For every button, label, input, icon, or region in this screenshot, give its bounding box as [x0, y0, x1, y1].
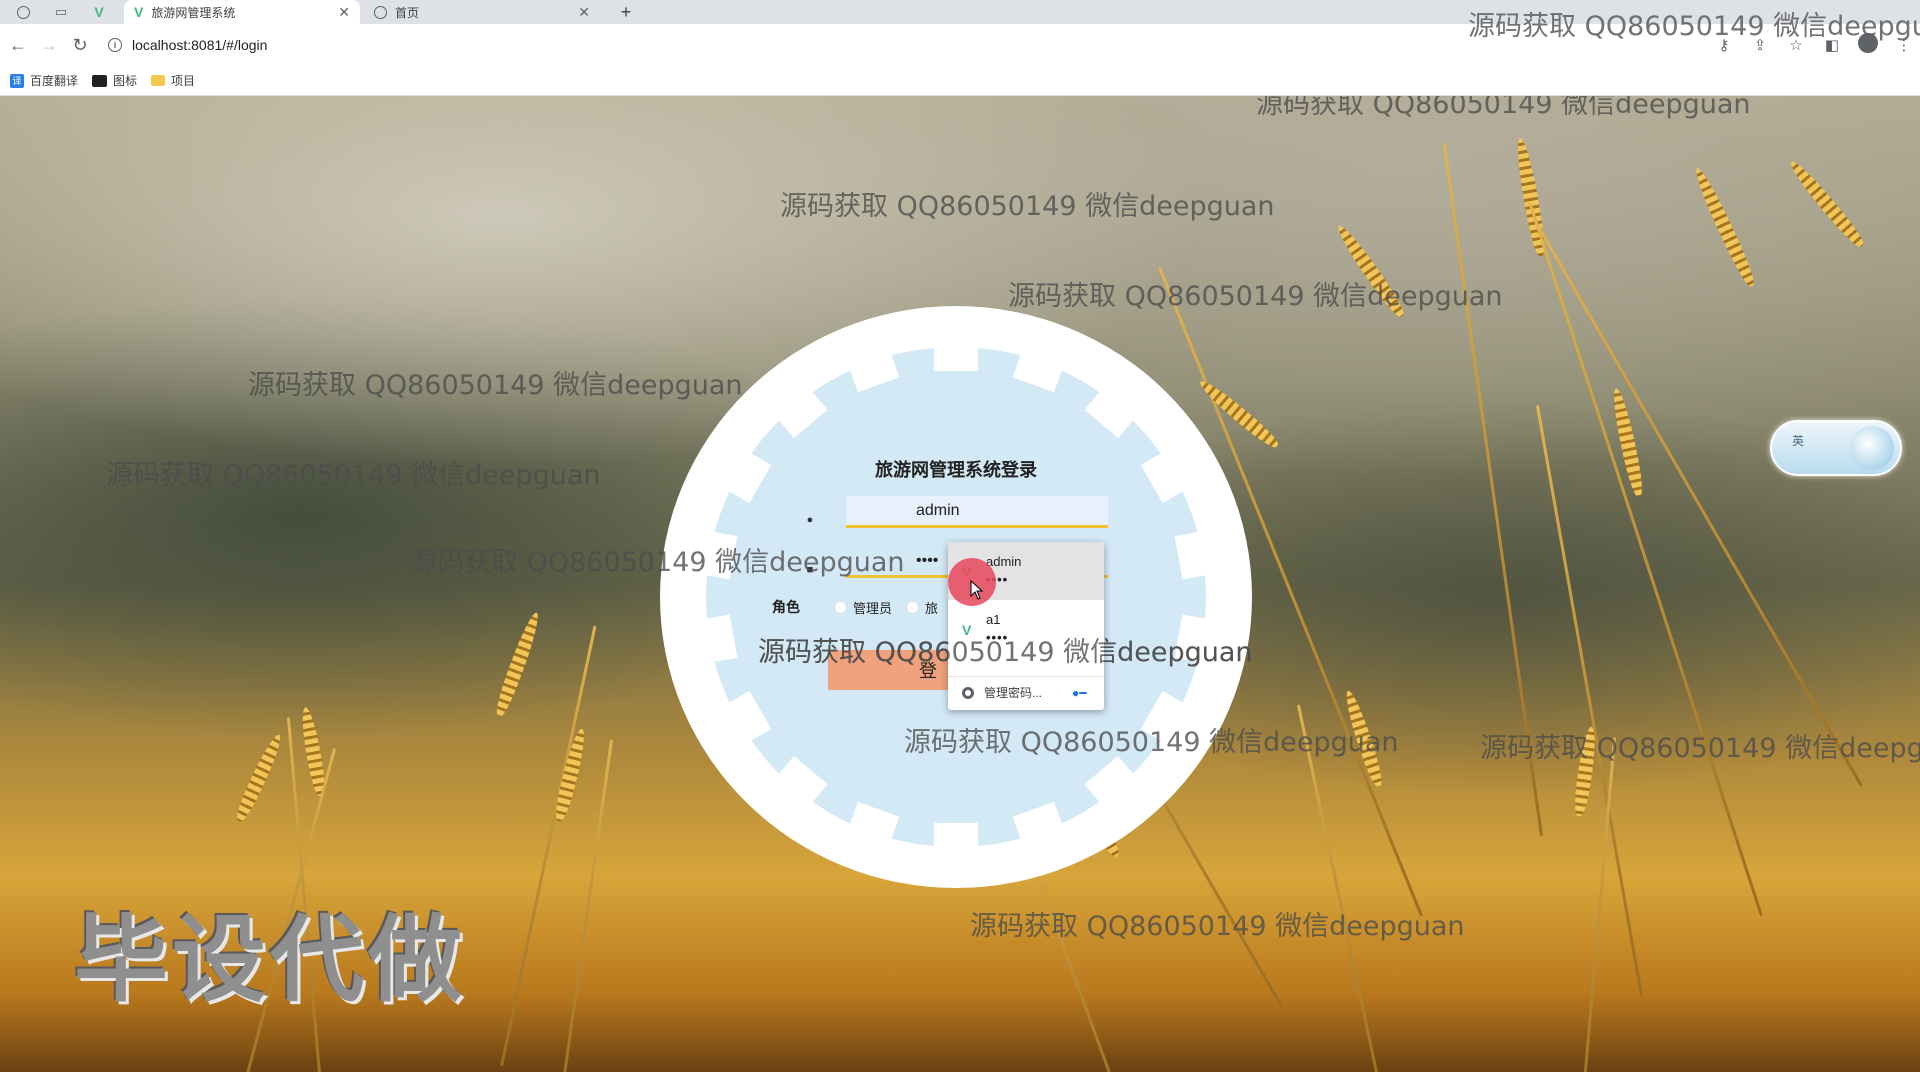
ime-widget[interactable]: 英: [1770, 420, 1902, 476]
tab-home[interactable]: 首页 ✕: [364, 0, 600, 24]
url-text: localhost:8081/#/login: [132, 37, 268, 53]
bookmark-translate[interactable]: 译 百度翻译: [10, 72, 78, 89]
globe-icon[interactable]: [6, 0, 40, 24]
login-title: 旅游网管理系统登录: [875, 460, 1037, 480]
role-option-label: 旅: [925, 600, 939, 616]
tab-title: 旅游网管理系统: [151, 5, 236, 20]
autofill-username: admin: [986, 554, 1022, 569]
manage-passwords-label: 管理密码...: [984, 686, 1043, 700]
ime-ball-icon: [1850, 426, 1894, 470]
autofill-username: a1: [986, 612, 1001, 627]
role-option-label: 管理员: [853, 600, 893, 616]
ime-mode-label: 英: [1792, 434, 1805, 448]
role-selector: 角色 管理员 旅: [772, 597, 938, 617]
info-icon[interactable]: i: [108, 38, 122, 52]
bookmarks-bar: 译 百度翻译 图标 项目: [0, 66, 1920, 96]
reload-button[interactable]: ↻: [67, 32, 93, 58]
watermark-text: 源码获取 QQ86050149 微信deepguan: [1468, 11, 1920, 42]
radio-icon[interactable]: [834, 600, 847, 614]
bookmark-projects[interactable]: 项目: [151, 72, 195, 89]
new-tab-button[interactable]: +: [614, 0, 638, 24]
folder-icon: [151, 75, 166, 86]
bookmark-label: 百度翻译: [30, 74, 79, 88]
tab-pinned[interactable]: ▭: [44, 0, 78, 24]
role-option-travel[interactable]: 旅: [906, 598, 938, 617]
translate-icon: 译: [10, 73, 24, 88]
watermark-text: 源码获取 QQ86050149 微信deepguan: [1256, 96, 1751, 120]
image-icon: [92, 74, 108, 87]
bookmark-icons[interactable]: 图标: [92, 72, 137, 89]
role-option-admin[interactable]: 管理员: [834, 598, 892, 617]
key-icon: ●━: [1072, 685, 1087, 700]
watermark-text: 源码获取 QQ86050149 微信deepguan: [248, 370, 743, 401]
watermark-text: 源码获取 QQ86050149 微信deepguan: [780, 191, 1275, 222]
watermark-text: 源码获取 QQ86050149 微信deepguan: [1480, 733, 1920, 764]
radio-icon[interactable]: [906, 600, 920, 614]
user-icon: ●: [806, 514, 814, 526]
vue-icon[interactable]: V: [82, 0, 116, 24]
globe-icon: [374, 5, 387, 19]
back-button[interactable]: ←: [5, 32, 31, 58]
watermark-text: 源码获取 QQ86050149 微信deepguan: [758, 637, 1253, 668]
bookmark-label: 图标: [113, 74, 138, 88]
mouse-cursor-icon: [970, 580, 984, 600]
close-icon[interactable]: ✕: [578, 4, 590, 21]
gear-icon: [962, 686, 974, 699]
watermark-text: 源码获取 QQ86050149 微信deepguan: [970, 911, 1465, 942]
bookmark-label: 项目: [171, 74, 196, 88]
watermark-text: 源码获取 QQ86050149 微信deepguan: [1008, 281, 1503, 312]
tab-travel-admin[interactable]: V 旅游网管理系统 ✕: [124, 0, 360, 24]
close-icon[interactable]: ✕: [338, 4, 350, 21]
role-label: 角色: [772, 599, 800, 615]
tab-title: 首页: [395, 5, 420, 20]
forward-button[interactable]: →: [36, 32, 62, 58]
brand-overlay-text: 毕设代做: [74, 906, 467, 1015]
watermark-text: 源码获取 QQ86050149 微信deepguan: [904, 727, 1399, 758]
vue-icon: V: [134, 4, 144, 20]
username-input[interactable]: [846, 496, 1108, 528]
watermark-text: 源码获取 QQ86050149 微信deepguan: [106, 460, 601, 491]
watermark-text: 源码获取 QQ86050149 微信deepguan: [410, 547, 905, 578]
manage-passwords-link[interactable]: 管理密码... ●━: [948, 676, 1104, 708]
